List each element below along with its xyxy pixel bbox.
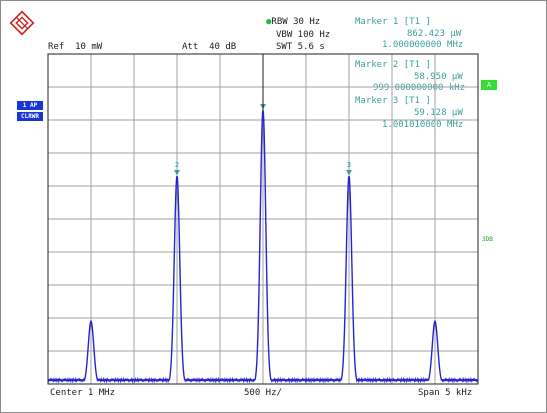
- marker-2-label: 2: [175, 161, 179, 169]
- marker-3-label: 3: [347, 161, 351, 169]
- marker-3-symbol: [346, 170, 352, 176]
- marker-2-symbol: [174, 170, 180, 176]
- spectrum-plot: 23: [47, 53, 479, 385]
